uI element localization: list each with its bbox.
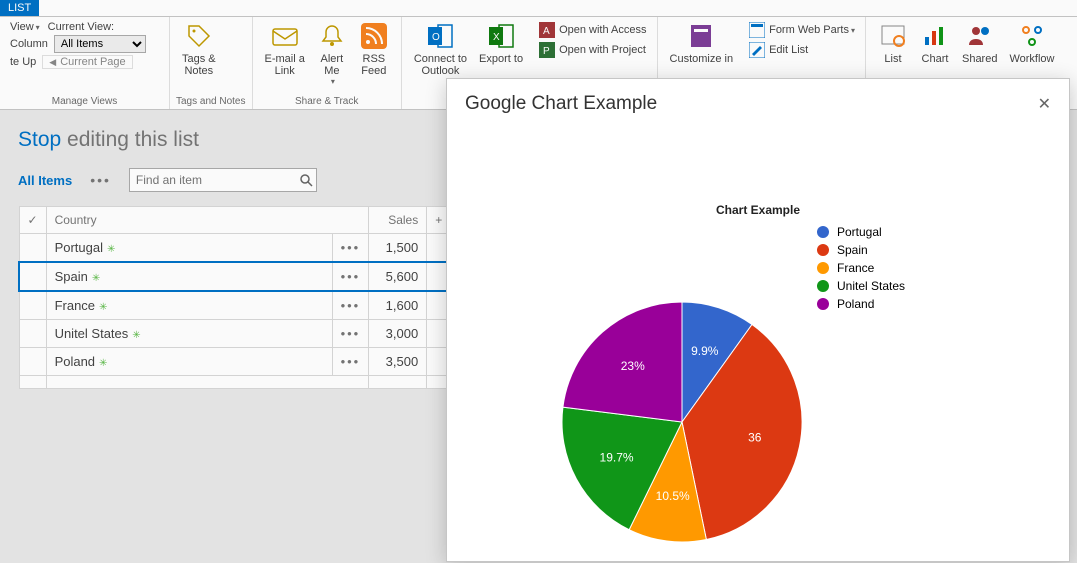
pie-chart: Portugal Spain France Unitel States Poland 9… xyxy=(447,217,1069,557)
legend-item[interactable]: France xyxy=(817,261,905,275)
legend-label: Spain xyxy=(837,243,868,257)
legend-item[interactable]: Spain xyxy=(817,243,905,257)
slice-label: 36 xyxy=(748,430,762,444)
legend-label: Unitel States xyxy=(837,279,905,293)
chart-legend: Portugal Spain France Unitel States Poland xyxy=(817,225,905,315)
modal-title: Google Chart Example xyxy=(465,93,657,115)
legend-label: France xyxy=(837,261,874,275)
slice-label: 9.9% xyxy=(691,344,719,358)
legend-swatch xyxy=(817,298,829,310)
slice-label: 19.7% xyxy=(600,450,634,464)
close-icon[interactable]: ✕ xyxy=(1038,94,1051,114)
legend-item[interactable]: Unitel States xyxy=(817,279,905,293)
legend-swatch xyxy=(817,262,829,274)
legend-label: Portugal xyxy=(837,225,882,239)
slice-label: 10.5% xyxy=(656,489,690,503)
legend-item[interactable]: Portugal xyxy=(817,225,905,239)
chart-title: Chart Example xyxy=(447,203,1069,217)
legend-item[interactable]: Poland xyxy=(817,297,905,311)
pie-svg: 9.9% 36 10.5% 19.7% 23% xyxy=(557,297,807,547)
legend-swatch xyxy=(817,280,829,292)
legend-swatch xyxy=(817,226,829,238)
legend-swatch xyxy=(817,244,829,256)
slice-label: 23% xyxy=(621,359,645,373)
chart-modal: Google Chart Example ✕ Chart Example Por… xyxy=(446,78,1070,562)
legend-label: Poland xyxy=(837,297,874,311)
